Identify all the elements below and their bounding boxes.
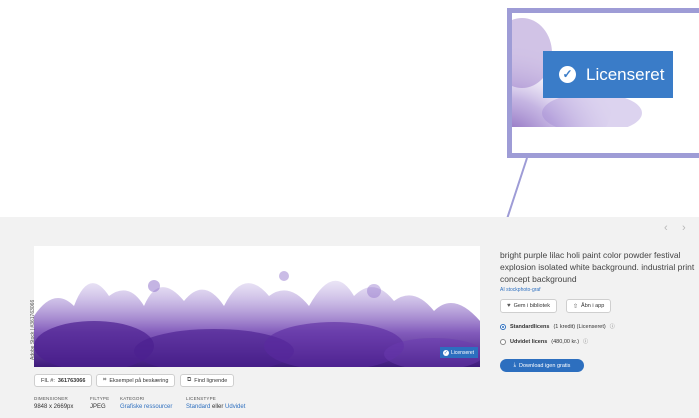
download-again-button[interactable]: ⤓ Download igen gratis	[500, 359, 584, 372]
license-extended-detail: (480,00 kr.)	[551, 338, 580, 345]
category-link[interactable]: Grafiske ressourcer	[120, 404, 172, 410]
license-standard-link[interactable]: Standard	[186, 404, 210, 410]
license-extended-radio[interactable]	[500, 338, 506, 345]
license-option-extended[interactable]: Udvidet licens (480,00 kr.) ⓘ	[500, 338, 588, 345]
license-standard-radio[interactable]	[500, 323, 506, 330]
asset-author-link[interactable]: AI stockphoto-graf	[500, 287, 541, 293]
asset-preview-image[interactable]	[34, 246, 480, 367]
page: ✓ Licenseret ‹ › Adobe Stock | #36176306…	[0, 0, 699, 418]
asset-navigation: ‹ ›	[664, 222, 690, 234]
image-credit: Adobe Stock | #361763066	[30, 299, 36, 360]
filetype-value: JPEG	[90, 404, 106, 410]
license-standard-detail: (1 kredit) (Licenseret)	[553, 323, 606, 330]
info-icon[interactable]: ⓘ	[583, 338, 588, 345]
filetype-label: FILTYPE	[90, 396, 110, 401]
license-extended-link[interactable]: Udvidet	[225, 404, 245, 410]
check-circle-icon: ✓	[443, 349, 449, 356]
dimensions-label: DIMENSIONER	[34, 396, 68, 401]
license-extended-name: Udvidet licens	[510, 338, 548, 345]
license-type-value: Standard eller Udvidet	[186, 404, 245, 410]
open-in-app-button[interactable]: ⇧ Åbn i app	[566, 299, 612, 313]
download-icon: ⤓	[513, 362, 517, 368]
asset-title: bright purple lilac holi paint color pow…	[500, 250, 695, 284]
crop-preview-button[interactable]: ⌗ Eksempel på beskæring	[96, 374, 176, 387]
file-id-field[interactable]: FIL #: 361763066	[34, 374, 93, 387]
file-id-value: 361763066	[57, 377, 86, 384]
file-id-label: FIL #:	[41, 377, 55, 384]
crop-icon: ⌗	[103, 377, 107, 383]
save-to-library-button[interactable]: ♥ Gem i bibliotek	[500, 299, 557, 313]
chevron-left-icon[interactable]: ‹	[664, 222, 672, 234]
find-similar-label: Find lignende	[194, 377, 228, 384]
info-icon[interactable]: ⓘ	[610, 323, 615, 330]
crop-preview-label: Eksempel på beskæring	[109, 377, 169, 384]
open-app-icon: ⇧	[573, 303, 579, 310]
open-in-app-label: Åbn i app	[581, 303, 605, 309]
save-to-library-label: Gem i bibliotek	[513, 303, 550, 309]
license-option-standard[interactable]: Standardlicens (1 kredit) (Licenseret) ⓘ	[500, 323, 615, 330]
license-or-text: eller	[212, 404, 224, 410]
download-again-label: Download igen gratis	[519, 362, 571, 369]
heart-icon: ♥	[507, 303, 511, 309]
licensed-badge-zoomed: ✓ Licenseret	[543, 51, 673, 98]
dimensions-value: 9848 x 2669px	[34, 404, 74, 410]
find-similar-button[interactable]: ⧉ Find lignende	[180, 374, 235, 387]
licensed-badge: ✓ Licenseret	[440, 347, 478, 358]
license-standard-name: Standardlicens	[510, 323, 550, 330]
chevron-right-icon[interactable]: ›	[682, 222, 690, 234]
license-type-label: LICENSTYPE	[186, 396, 217, 401]
similar-icon: ⧉	[187, 377, 192, 383]
licensed-badge-label: Licenseret	[451, 349, 475, 356]
category-label: KATEGORI	[120, 396, 145, 401]
licensed-badge-zoomed-label: Licenseret	[586, 64, 665, 84]
check-circle-icon: ✓	[559, 66, 576, 83]
